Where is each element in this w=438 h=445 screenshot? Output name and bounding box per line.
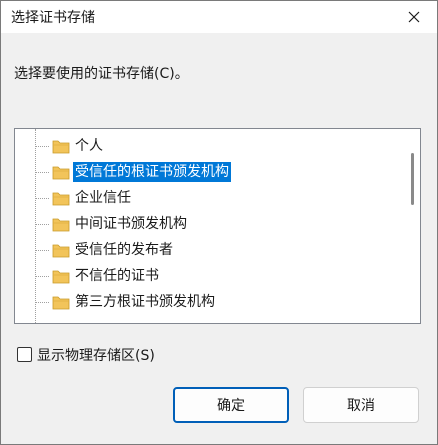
tree-item[interactable]: 受信任的根证书颁发机构 [15, 159, 405, 185]
tree-item[interactable]: 第三方根证书颁发机构 [15, 289, 405, 315]
close-icon [408, 11, 420, 23]
title-bar: 选择证书存储 [1, 1, 437, 33]
tree-item[interactable]: 个人 [15, 133, 405, 159]
select-certificate-store-dialog: 选择证书存储 选择要使用的证书存储(C)。 个人受信任的根证书颁发机构企业信任中… [0, 0, 438, 445]
folder-icon [52, 138, 70, 154]
tree-item[interactable]: 不信任的证书 [15, 263, 405, 289]
tree-item[interactable]: 受信任的发布者 [15, 237, 405, 263]
folder-icon [52, 294, 70, 310]
certificate-store-tree[interactable]: 个人受信任的根证书颁发机构企业信任中间证书颁发机构 受信任的发布者 不信任的证书第三… [14, 128, 421, 324]
tree-connector-branch [36, 172, 49, 173]
dialog-title: 选择证书存储 [11, 10, 95, 26]
tree-connector-branch [36, 250, 49, 251]
ok-button[interactable]: 确定 [173, 387, 289, 423]
vertical-scrollbar[interactable] [406, 129, 420, 323]
folder-icon [52, 190, 70, 206]
show-physical-stores-checkbox[interactable] [17, 347, 32, 362]
tree-connector-branch [36, 276, 49, 277]
tree-item-label: 中间证书颁发机构 [75, 216, 187, 232]
tree-connector-branch [36, 198, 49, 199]
tree-list: 个人受信任的根证书颁发机构企业信任中间证书颁发机构 受信任的发布者 不信任的证书第三… [15, 129, 405, 323]
scrollbar-thumb[interactable] [411, 153, 414, 205]
instruction-text: 选择要使用的证书存储(C)。 [14, 66, 189, 82]
tree-connector-branch [36, 224, 49, 225]
tree-item-label: 受信任的发布者 [75, 242, 173, 258]
folder-icon [52, 164, 70, 180]
tree-connector-branch [36, 146, 49, 147]
tree-item-label: 受信任的根证书颁发机构 [73, 162, 231, 182]
show-physical-stores-label[interactable]: 显示物理存储区(S) [37, 345, 155, 365]
tree-item[interactable]: 中间证书颁发机构 [15, 211, 405, 237]
close-button[interactable] [391, 1, 437, 33]
tree-connector-branch [36, 302, 49, 303]
tree-item-label: 企业信任 [75, 190, 131, 206]
tree-item[interactable]: 企业信任 [15, 185, 405, 211]
folder-icon [52, 216, 70, 232]
tree-item-label: 不信任的证书 [75, 268, 159, 284]
tree-item-label: 第三方根证书颁发机构 [75, 294, 215, 310]
tree-item-label: 个人 [75, 138, 103, 154]
folder-icon [52, 242, 70, 258]
folder-icon [52, 268, 70, 284]
cancel-button[interactable]: 取消 [303, 387, 419, 423]
